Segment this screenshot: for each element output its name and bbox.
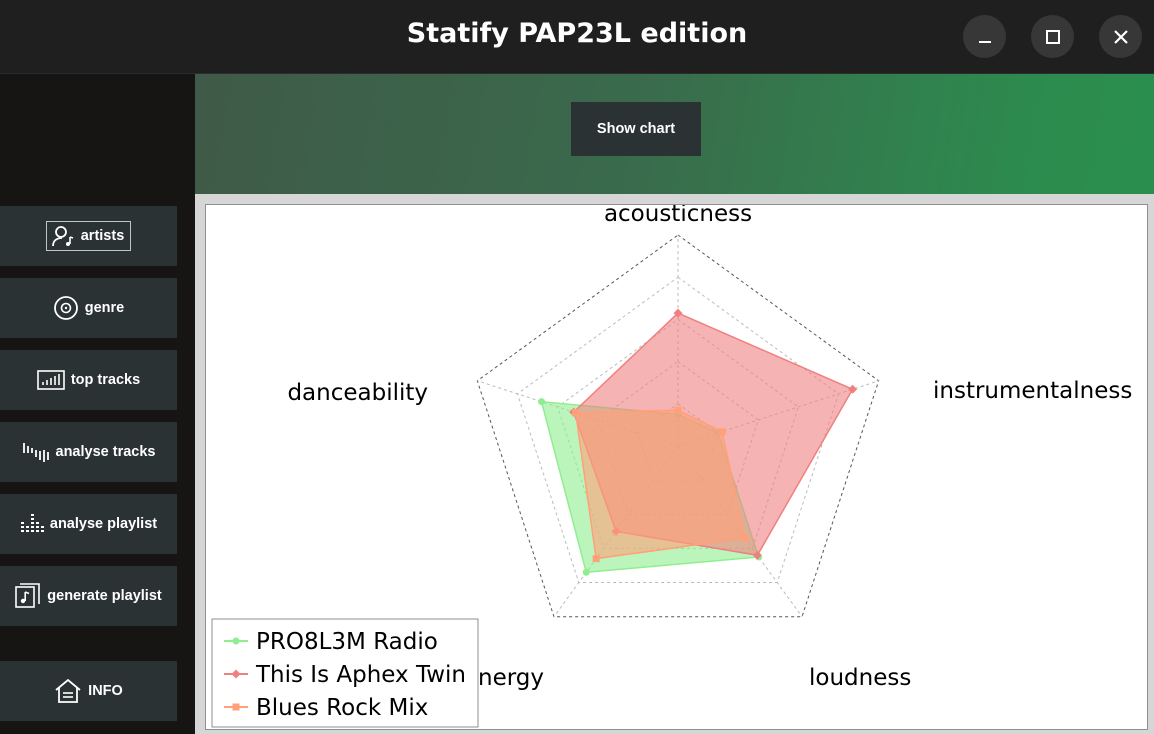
chart-panel: acousticness instrumentalness loudness ener…	[205, 204, 1148, 730]
minimize-icon	[978, 40, 991, 43]
sidebar-item-label: genre	[84, 300, 125, 316]
sidebar-item-artists[interactable]: artists	[0, 206, 177, 266]
axis-label-danceability: danceability	[287, 380, 428, 406]
data-point	[572, 409, 580, 417]
legend-marker	[232, 703, 240, 711]
sidebar-item-generate-playlist[interactable]: generate playlist	[0, 566, 177, 626]
show-chart-button[interactable]: Show chart	[571, 102, 701, 156]
sidebar-item-analyse-playlist[interactable]: analyse playlist	[0, 494, 177, 554]
data-point	[741, 534, 749, 542]
title-bar: Statify PAP23L edition	[0, 0, 1154, 74]
data-point	[718, 428, 726, 436]
axis-label-instrumentalness: instrumentalness	[933, 378, 1132, 404]
home-icon	[55, 678, 81, 703]
music-file-icon	[15, 583, 41, 608]
sidebar-item-label: artists	[80, 228, 125, 244]
sidebar-item-genre[interactable]: genre	[0, 278, 177, 338]
axis-label-acousticness: acousticness	[604, 205, 752, 227]
user-music-icon	[51, 226, 73, 247]
header-panel: Show chart	[195, 74, 1154, 194]
minimize-button[interactable]	[963, 15, 1006, 58]
equalizer-icon	[20, 514, 44, 532]
close-button[interactable]	[1099, 15, 1142, 58]
sidebar-item-label: top tracks	[70, 372, 141, 388]
legend-label: Blues Rock Mix	[256, 695, 428, 721]
bar-chart-icon	[37, 370, 65, 390]
sidebar-item-label: analyse tracks	[55, 444, 156, 460]
close-icon	[1113, 29, 1128, 44]
data-point	[582, 568, 590, 576]
data-point	[592, 555, 600, 563]
disc-icon	[53, 296, 78, 320]
focus-ring: artists	[45, 221, 132, 251]
info-button[interactable]: INFO	[0, 661, 177, 721]
legend-label: PRO8L3M Radio	[256, 629, 438, 655]
waveform-icon	[22, 443, 49, 462]
sidebar-item-analyse-tracks[interactable]: analyse tracks	[0, 422, 177, 482]
info-label: INFO	[88, 683, 123, 699]
sidebar-item-label: generate playlist	[47, 588, 162, 604]
sidebar-item-label: analyse playlist	[49, 516, 158, 532]
radar-chart: acousticnessinstrumentalnessloudnessener…	[211, 205, 1132, 728]
maximize-icon	[1045, 29, 1060, 44]
legend-marker	[232, 637, 240, 645]
maximize-button[interactable]	[1031, 15, 1074, 58]
data-point	[538, 398, 546, 406]
axis-label-loudness: loudness	[809, 665, 911, 691]
legend-label: This Is Aphex Twin	[255, 662, 466, 688]
sidebar-item-top-tracks[interactable]: top tracks	[0, 350, 177, 410]
data-point	[674, 406, 682, 414]
